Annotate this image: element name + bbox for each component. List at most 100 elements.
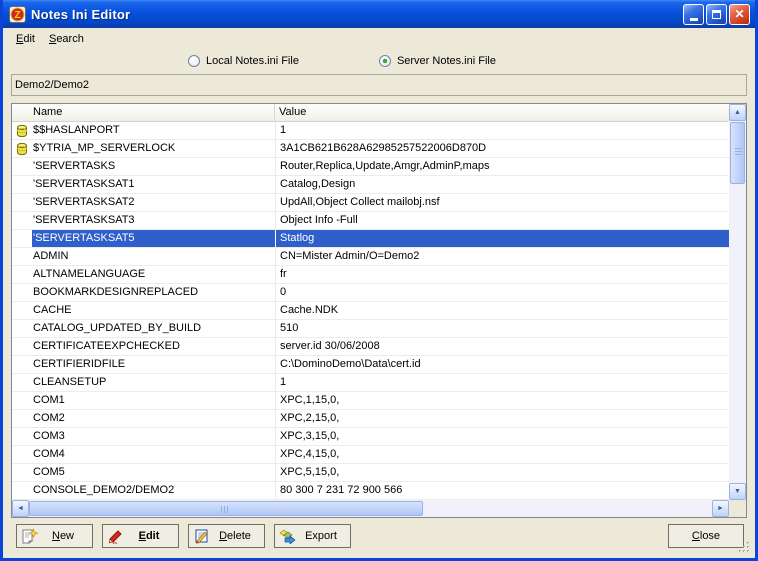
svg-text:Z: Z <box>14 10 20 21</box>
window-title: Notes Ini Editor <box>31 7 683 22</box>
maximize-icon[interactable] <box>706 4 727 25</box>
scrollbar-corner <box>729 500 746 517</box>
row-icon-cell <box>12 374 32 391</box>
row-value: 80 300 7 231 72 900 566 <box>275 482 729 499</box>
row-icon-cell <box>12 482 32 499</box>
row-icon-cell <box>12 428 32 445</box>
table-row[interactable]: 'SERVERTASKSAT5 Statlog <box>12 230 729 248</box>
row-name: ALTNAMELANGUAGE <box>32 266 275 283</box>
export-button-label: Export <box>298 530 350 542</box>
table-row[interactable]: ALTNAMELANGUAGE fr <box>12 266 729 284</box>
row-value: XPC,2,15,0, <box>275 410 729 427</box>
row-name: 'SERVERTASKSAT2 <box>32 194 275 211</box>
radio-local-notes[interactable]: Local Notes.ini File <box>188 55 299 67</box>
scroll-left-icon[interactable]: ◄ <box>12 500 29 517</box>
row-name: CATALOG_UPDATED_BY_BUILD <box>32 320 275 337</box>
new-button[interactable]: New <box>16 524 93 548</box>
export-arrow-icon <box>279 528 296 544</box>
table-row[interactable]: 'SERVERTASKSAT2 UpdAll,Object Collect ma… <box>12 194 729 212</box>
table-row[interactable]: $$HASLANPORT 1 <box>12 122 729 140</box>
row-name: CONSOLE_DEMO2/DEMO2 <box>32 482 275 499</box>
delete-button-label: Delete <box>212 530 264 542</box>
row-name: ADMIN <box>32 248 275 265</box>
row-name: BOOKMARKDESIGNREPLACED <box>32 284 275 301</box>
row-icon-cell <box>12 284 32 301</box>
table-row[interactable]: CACHE Cache.NDK <box>12 302 729 320</box>
new-document-icon <box>21 528 38 544</box>
radio-local-label: Local Notes.ini File <box>206 55 299 67</box>
scroll-up-icon[interactable]: ▲ <box>729 104 746 121</box>
horizontal-scroll-thumb[interactable] <box>29 501 423 516</box>
close-icon[interactable]: ✕ <box>729 4 750 25</box>
table-row[interactable]: 'SERVERTASKSAT3 Object Info -Full <box>12 212 729 230</box>
scroll-right-icon[interactable]: ► <box>712 500 729 517</box>
minimize-icon[interactable] <box>683 4 704 25</box>
row-icon-cell <box>12 320 32 337</box>
table-row[interactable]: CERTIFICATEEXPCHECKED server.id 30/06/20… <box>12 338 729 356</box>
ini-settings-table: Name Value $$HASLANPORT 1 $YTRIA_MP_SERV… <box>11 103 747 518</box>
row-name: 'SERVERTASKSAT1 <box>32 176 275 193</box>
red-pen-icon <box>107 528 124 544</box>
titlebar[interactable]: Z Notes Ini Editor ✕ <box>3 0 755 28</box>
table-row[interactable]: COM2 XPC,2,15,0, <box>12 410 729 428</box>
row-name: 'SERVERTASKS <box>32 158 275 175</box>
edit-button[interactable]: Edit <box>102 524 179 548</box>
table-row[interactable]: CATALOG_UPDATED_BY_BUILD 510 <box>12 320 729 338</box>
row-name: COM2 <box>32 410 275 427</box>
vertical-scroll-thumb[interactable] <box>730 122 745 184</box>
radio-server-notes[interactable]: Server Notes.ini File <box>379 55 496 67</box>
row-name: CACHE <box>32 302 275 319</box>
row-value: XPC,5,15,0, <box>275 464 729 481</box>
close-button[interactable]: Close <box>668 524 744 548</box>
table-row[interactable]: ADMIN CN=Mister Admin/O=Demo2 <box>12 248 729 266</box>
table-row[interactable]: 'SERVERTASKSAT1 Catalog,Design <box>12 176 729 194</box>
menu-item-edit[interactable]: Edit <box>9 31 42 47</box>
minimize-glyph <box>690 18 698 21</box>
column-header-name[interactable]: Name <box>12 104 275 121</box>
row-value: Router,Replica,Update,Amgr,AdminP,maps <box>275 158 729 175</box>
file-source-options: Local Notes.ini File Server Notes.ini Fi… <box>3 50 755 72</box>
row-icon-cell <box>12 158 32 175</box>
delete-document-icon <box>193 528 210 544</box>
row-name: 'SERVERTASKSAT5 <box>32 230 275 247</box>
menu-bar: Edit Search <box>3 28 755 50</box>
window-controls: ✕ <box>683 4 750 25</box>
column-header-value[interactable]: Value <box>275 104 729 121</box>
row-name: $$HASLANPORT <box>32 122 275 139</box>
delete-button[interactable]: Delete <box>188 524 265 548</box>
scroll-down-icon[interactable]: ▼ <box>729 483 746 500</box>
row-value: UpdAll,Object Collect mailobj.nsf <box>275 194 729 211</box>
table-row[interactable]: COM1 XPC,1,15,0, <box>12 392 729 410</box>
row-icon-cell <box>12 140 32 157</box>
table-row[interactable]: CLEANSETUP 1 <box>12 374 729 392</box>
table-row[interactable]: COM5 XPC,5,15,0, <box>12 464 729 482</box>
row-icon-cell <box>12 176 32 193</box>
new-button-label: New <box>40 530 92 542</box>
vertical-scrollbar[interactable]: ▲ ▼ <box>729 104 746 500</box>
table-row[interactable]: CERTIFIERIDFILE C:\DominoDemo\Data\cert.… <box>12 356 729 374</box>
table-header: Name Value <box>12 104 729 122</box>
menu-item-search[interactable]: Search <box>42 31 91 47</box>
close-button-label: Close <box>692 530 720 542</box>
row-value: XPC,1,15,0, <box>275 392 729 409</box>
row-value: CN=Mister Admin/O=Demo2 <box>275 248 729 265</box>
row-icon-cell <box>12 338 32 355</box>
horizontal-scrollbar[interactable]: ◄ ► <box>12 500 729 517</box>
row-icon-cell <box>12 410 32 427</box>
table-row[interactable]: COM3 XPC,3,15,0, <box>12 428 729 446</box>
table-row[interactable]: CONSOLE_DEMO2/DEMO2 80 300 7 231 72 900 … <box>12 482 729 500</box>
table-row[interactable]: COM4 XPC,4,15,0, <box>12 446 729 464</box>
table-row[interactable]: 'SERVERTASKS Router,Replica,Update,Amgr,… <box>12 158 729 176</box>
export-button[interactable]: Export <box>274 524 351 548</box>
table-row[interactable]: BOOKMARKDESIGNREPLACED 0 <box>12 284 729 302</box>
row-value: 0 <box>275 284 729 301</box>
row-name: $YTRIA_MP_SERVERLOCK <box>32 140 275 157</box>
table-row[interactable]: $YTRIA_MP_SERVERLOCK 3A1CB621B628A629852… <box>12 140 729 158</box>
row-name: COM5 <box>32 464 275 481</box>
button-bar: New Edit Delete Expo <box>16 524 744 548</box>
resize-grip[interactable] <box>738 541 751 554</box>
row-value: Catalog,Design <box>275 176 729 193</box>
row-name: COM4 <box>32 446 275 463</box>
row-icon-cell <box>12 230 32 247</box>
maximize-glyph <box>712 10 721 19</box>
